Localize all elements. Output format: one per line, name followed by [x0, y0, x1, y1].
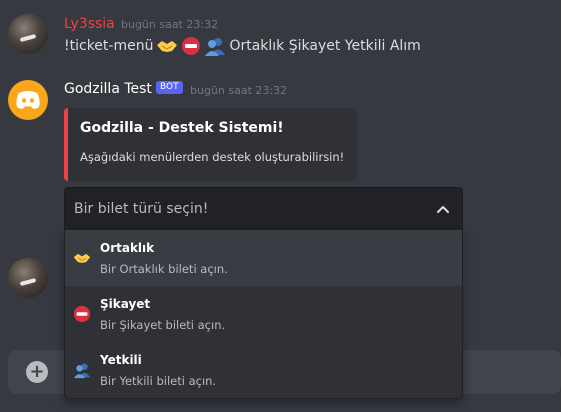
select-option-yetkili[interactable]: Yetkili Bir Yetkili bileti açın. [65, 342, 462, 398]
no-entry-icon [73, 305, 91, 323]
chevron-up-icon[interactable] [436, 202, 450, 216]
user-avatar[interactable] [8, 258, 48, 298]
user-avatar[interactable] [8, 14, 48, 54]
message-text: Ortaklık Şikayet Yetkili Alım [229, 38, 421, 54]
command-text: !ticket-menü [64, 38, 154, 54]
handshake-icon [73, 253, 91, 263]
plus-icon: + [29, 361, 45, 382]
handshake-icon [157, 41, 178, 52]
ticket-type-select[interactable]: Bir bilet türü seçin! [64, 187, 463, 231]
embed-title: Godzilla - Destek Sistemi! [80, 120, 284, 136]
option-description: Bir Yetkili bileti açın. [100, 374, 217, 388]
embed: Godzilla - Destek Sistemi! Aşağıdaki men… [64, 108, 357, 181]
message-timestamp: bugün saat 23:32 [121, 18, 219, 31]
bot-username[interactable]: Godzilla Test [64, 81, 152, 97]
discord-logo-icon [16, 91, 40, 109]
add-attachment-button[interactable]: + [26, 361, 48, 383]
message-content: !ticket-menü Ortaklık Şikayet Yetkili Al… [64, 36, 421, 56]
embed-description: Aşağıdaki menülerden destek oluşturabili… [80, 150, 345, 164]
option-label: Şikayet [100, 297, 151, 311]
option-label: Ortaklık [100, 241, 155, 255]
username[interactable]: Ly3ssia [64, 16, 115, 32]
select-dropdown: Ortaklık Bir Ortaklık bileti açın. Şikay… [64, 230, 463, 399]
no-entry-icon [182, 37, 201, 55]
bot-badge: BOT [156, 81, 183, 94]
busts-icon [205, 38, 226, 56]
select-option-ortaklik[interactable]: Ortaklık Bir Ortaklık bileti açın. [65, 230, 462, 286]
select-placeholder: Bir bilet türü seçin! [74, 201, 209, 217]
busts-icon [73, 363, 91, 379]
option-description: Bir Şikayet bileti açın. [100, 318, 226, 332]
select-option-sikayet[interactable]: Şikayet Bir Şikayet bileti açın. [65, 286, 462, 342]
option-description: Bir Ortaklık bileti açın. [100, 262, 228, 276]
option-label: Yetkili [100, 353, 142, 367]
bot-avatar[interactable] [8, 80, 48, 120]
message-timestamp: bugün saat 23:32 [190, 84, 288, 97]
